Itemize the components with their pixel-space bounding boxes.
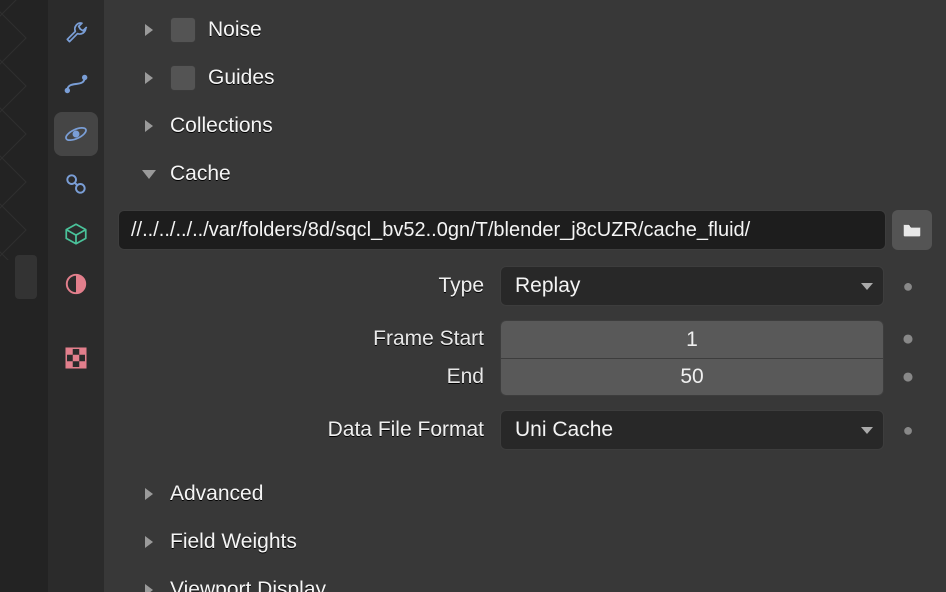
section-label: Advanced xyxy=(170,482,263,506)
chevron-down-icon xyxy=(861,283,873,290)
anim-dot[interactable]: ● xyxy=(894,320,922,358)
frame-end-label: End xyxy=(118,358,484,396)
section-label: Noise xyxy=(208,18,262,42)
frame-start-field[interactable]: 1 xyxy=(500,320,884,358)
dropdown-value: Uni Cache xyxy=(515,418,613,442)
tab-material[interactable] xyxy=(54,262,98,306)
anim-dot[interactable]: ● xyxy=(894,277,922,295)
folder-icon xyxy=(901,219,923,241)
physics-icon xyxy=(63,121,89,147)
wrench-icon xyxy=(63,21,89,47)
browse-folder-button[interactable] xyxy=(892,210,932,250)
cache-path-input[interactable] xyxy=(118,210,886,250)
format-label: Data File Format xyxy=(118,418,490,442)
chevron-right-icon xyxy=(140,533,158,551)
anim-dot[interactable]: ● xyxy=(894,421,922,439)
chevron-right-icon xyxy=(140,117,158,135)
section-label: Collections xyxy=(170,114,273,138)
section-label: Field Weights xyxy=(170,530,297,554)
type-label: Type xyxy=(118,274,490,298)
guides-checkbox[interactable] xyxy=(170,65,196,91)
viewport-edge xyxy=(0,0,48,592)
texture-icon xyxy=(63,345,89,371)
frame-end-field[interactable]: 50 xyxy=(500,358,884,396)
tab-texture[interactable] xyxy=(54,336,98,380)
section-advanced[interactable]: Advanced xyxy=(104,470,946,518)
chevron-right-icon xyxy=(140,21,158,39)
tab-constraints[interactable] xyxy=(54,162,98,206)
format-dropdown[interactable]: Uni Cache xyxy=(500,410,884,450)
chevron-right-icon xyxy=(140,485,158,503)
anim-dot[interactable]: ● xyxy=(894,358,922,396)
tab-data[interactable] xyxy=(54,212,98,256)
dropdown-value: Replay xyxy=(515,274,580,298)
section-label: Viewport Display xyxy=(170,578,326,592)
chevron-down-icon xyxy=(140,165,158,183)
section-cache[interactable]: Cache xyxy=(104,150,946,198)
section-label: Cache xyxy=(170,162,231,186)
properties-tabs xyxy=(48,0,104,592)
cache-body: Type Replay ● Frame Start End xyxy=(104,198,946,470)
noise-checkbox[interactable] xyxy=(170,17,196,43)
tab-modifier[interactable] xyxy=(54,12,98,56)
frame-start-label: Frame Start xyxy=(118,320,484,358)
section-viewport-display[interactable]: Viewport Display xyxy=(104,566,946,592)
section-noise[interactable]: Noise xyxy=(104,6,946,54)
tab-particles[interactable] xyxy=(54,62,98,106)
material-icon xyxy=(63,271,89,297)
constraint-icon xyxy=(63,171,89,197)
chevron-down-icon xyxy=(861,427,873,434)
section-label: Guides xyxy=(208,66,275,90)
curve-icon xyxy=(63,71,89,97)
cache-type-dropdown[interactable]: Replay xyxy=(500,266,884,306)
chevron-right-icon xyxy=(140,69,158,87)
section-guides[interactable]: Guides xyxy=(104,54,946,102)
mesh-data-icon xyxy=(63,221,89,247)
properties-panel: Noise Guides Collections Cache xyxy=(104,0,946,592)
section-collections[interactable]: Collections xyxy=(104,102,946,150)
tab-physics[interactable] xyxy=(54,112,98,156)
chevron-right-icon xyxy=(140,581,158,592)
section-field-weights[interactable]: Field Weights xyxy=(104,518,946,566)
